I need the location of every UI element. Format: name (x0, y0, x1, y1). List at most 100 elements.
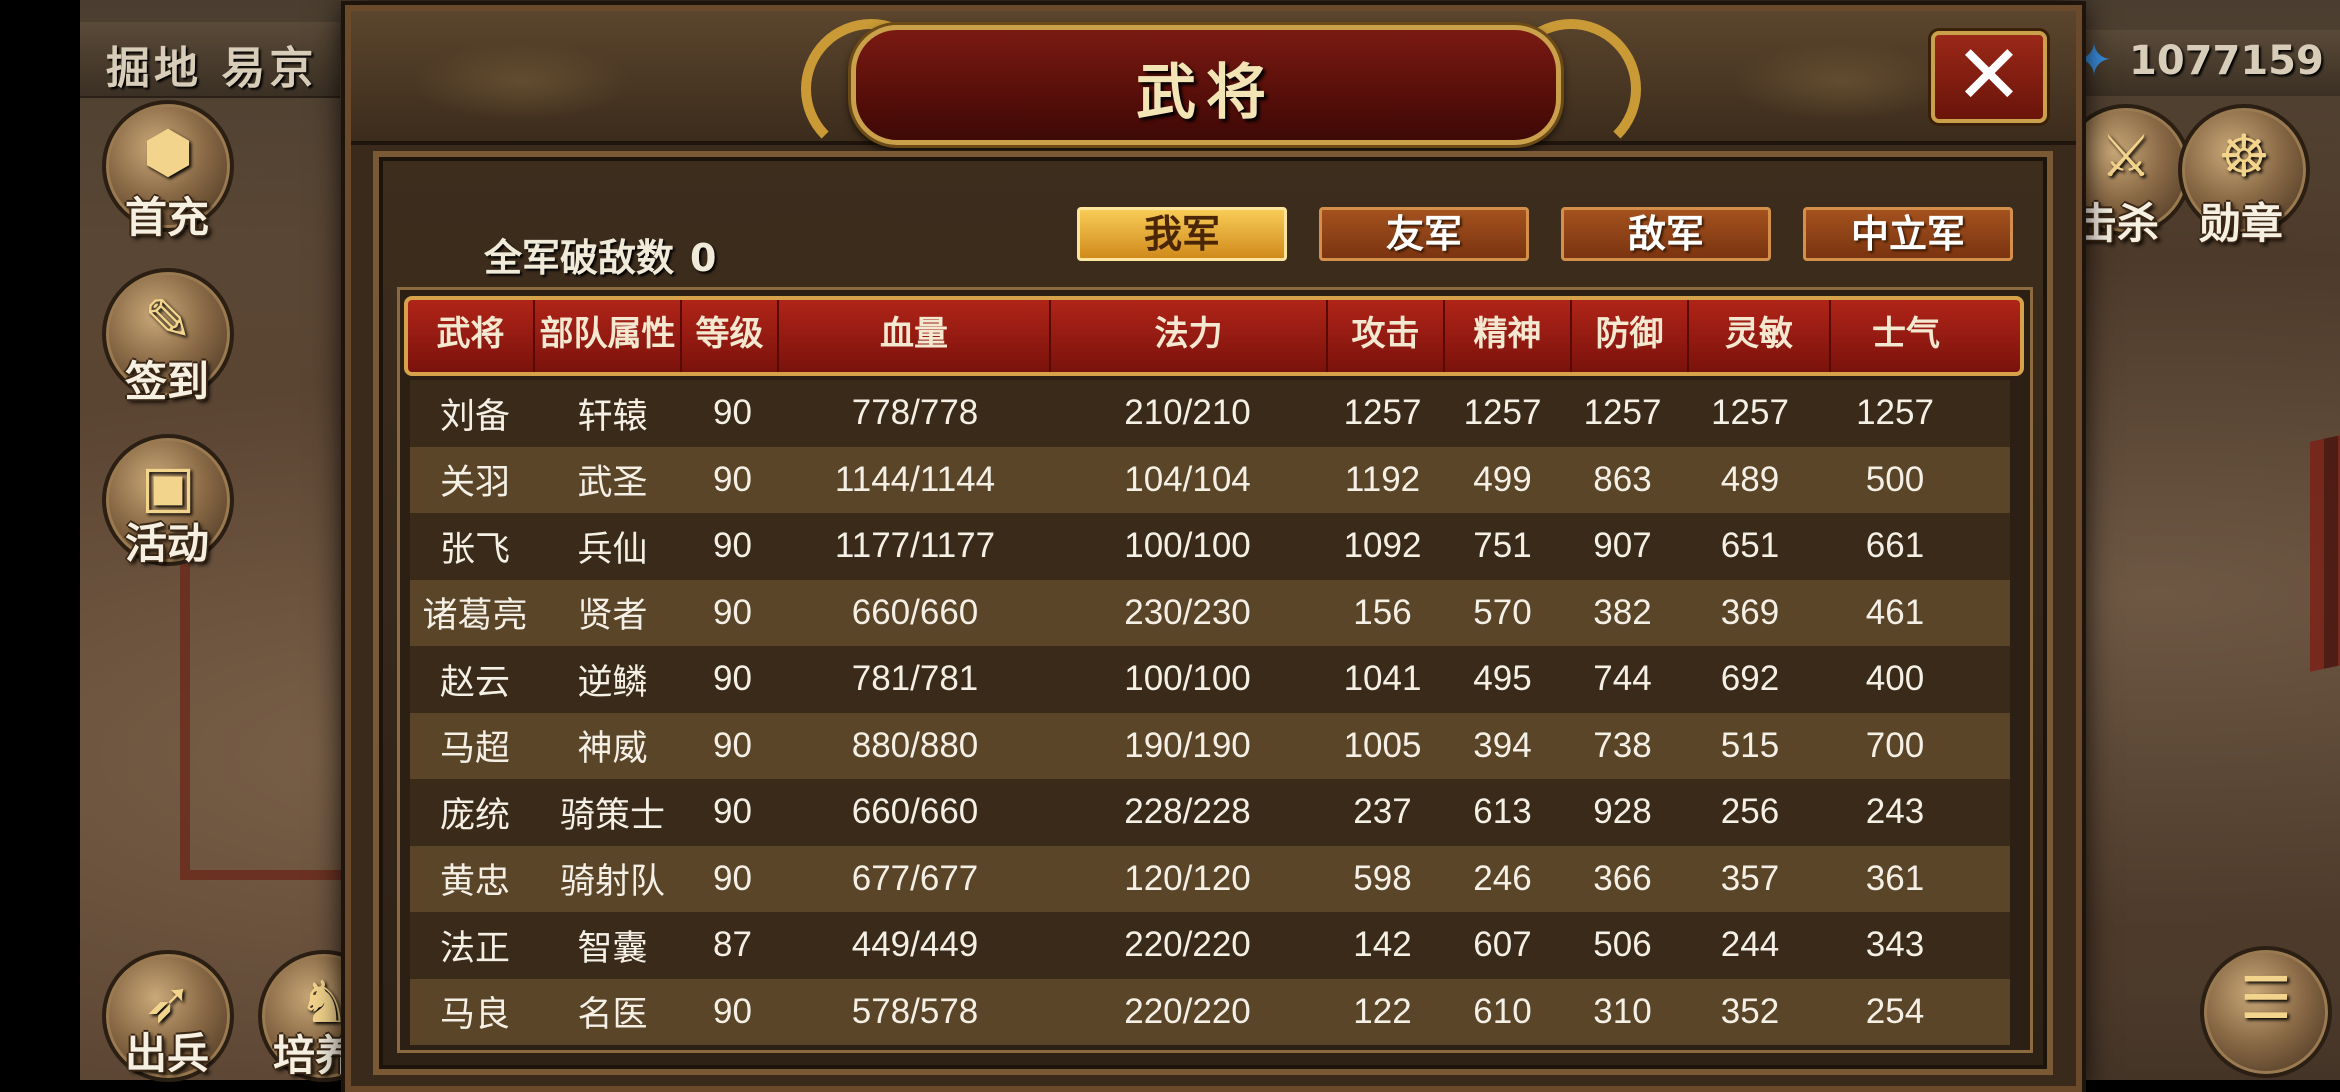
column-header-defense: 防御 (1572, 300, 1689, 372)
cell-hp: 778/778 (851, 393, 979, 433)
column-header-level: 等级 (682, 300, 779, 372)
cell-unit-type: 神威 (577, 729, 648, 769)
cell-spirit: 751 (1473, 526, 1532, 566)
cell-attack: 1092 (1343, 526, 1422, 566)
cell-agility: 357 (1720, 858, 1780, 898)
cell-general: 诸葛亮 (422, 596, 528, 636)
cell-attack: 1192 (1344, 459, 1421, 499)
table-row[interactable]: 庞统 骑策士 90 660/660 228/228 237 613 928 25… (410, 779, 2010, 846)
cell-mana: 190/190 (1124, 725, 1251, 765)
tab-our-army[interactable]: 我军 (1077, 207, 1287, 261)
table-row[interactable]: 张飞 兵仙 90 1177/1177 100/100 1092 751 907 … (410, 513, 2010, 580)
cell-defense: 863 (1593, 459, 1652, 499)
cell-unit-type: 武圣 (577, 463, 648, 503)
column-header-attack: 攻击 (1328, 300, 1445, 372)
cell-morale: 461 (1865, 592, 1925, 632)
table-row[interactable]: 赵云 逆鳞 90 781/781 100/100 1041 495 744 69… (410, 646, 2010, 713)
cell-morale: 700 (1865, 725, 1925, 765)
cell-unit-type: 轩辕 (577, 396, 648, 436)
column-header-unit-type: 部队属性 (535, 300, 682, 372)
cell-agility: 369 (1720, 592, 1780, 632)
cell-morale: 400 (1865, 659, 1925, 699)
cell-mana: 210/210 (1124, 393, 1251, 433)
cell-level: 90 (713, 526, 752, 566)
cell-unit-type: 兵仙 (577, 529, 648, 569)
cell-mana: 100/100 (1124, 526, 1251, 566)
currency-value: 1077159 (2129, 38, 2324, 84)
cell-agility: 651 (1720, 526, 1780, 566)
column-header-mana: 法力 (1051, 300, 1328, 372)
cell-agility: 692 (1720, 659, 1780, 699)
cell-spirit: 246 (1473, 858, 1532, 898)
table-row[interactable]: 诸葛亮 贤者 90 660/660 230/230 156 570 382 36… (410, 579, 2010, 646)
cell-defense: 738 (1593, 725, 1652, 765)
medal-label: 勋章 (2198, 199, 2283, 248)
table-body: 刘备 轩辕 90 778/778 210/210 1257 1257 1257 … (410, 380, 2010, 1045)
sign-in-label: 签到 (124, 357, 209, 406)
cell-level: 90 (713, 393, 752, 433)
cell-unit-type: 智囊 (577, 928, 648, 968)
cell-unit-type: 贤者 (577, 596, 648, 636)
column-header-hp: 血量 (779, 300, 1051, 372)
cell-general: 刘备 (439, 396, 510, 436)
cell-general: 黄忠 (439, 862, 510, 902)
cell-defense: 1257 (1583, 393, 1662, 433)
table-row[interactable]: 马超 神威 90 880/880 190/190 1005 394 738 51… (410, 712, 2010, 779)
menu-bars-icon: ☰ (2240, 964, 2292, 1032)
cell-morale: 361 (1865, 858, 1925, 898)
table-row[interactable]: 刘备 轩辕 90 778/778 210/210 1257 1257 1257 … (410, 380, 2010, 447)
cell-hp: 660/660 (851, 592, 979, 632)
close-button[interactable]: ✕ (1931, 31, 2047, 123)
main-menu-button[interactable]: ☰ (2200, 946, 2332, 1078)
total-kills: 全军破敌数 0 (484, 227, 716, 282)
tab-enemy-army[interactable]: 敌军 (1561, 207, 1771, 261)
cell-general: 赵云 (439, 662, 510, 702)
cell-attack: 142 (1353, 925, 1412, 965)
cell-attack: 1005 (1343, 725, 1422, 765)
cell-defense: 382 (1593, 592, 1652, 632)
location-bar: 掘地 易京 (80, 22, 340, 98)
crossed-swords-icon: ⚔ (2100, 122, 2152, 190)
cell-attack: 156 (1353, 592, 1412, 632)
cell-mana: 104/104 (1124, 459, 1251, 499)
cell-level: 90 (713, 592, 752, 632)
column-header-general: 武将 (408, 300, 535, 372)
table-row[interactable]: 法正 智囊 87 449/449 220/220 142 607 506 244… (410, 912, 2010, 979)
cell-spirit: 499 (1473, 459, 1532, 499)
cell-level: 90 (713, 792, 752, 832)
dialog-header: 武将 ✕ (351, 11, 2076, 159)
cell-attack: 1257 (1343, 393, 1422, 433)
cell-defense: 366 (1593, 858, 1652, 898)
cell-defense: 907 (1593, 526, 1652, 566)
wooden-screen-prop (2310, 418, 2340, 672)
table-row[interactable]: 黄忠 骑射队 90 677/677 120/120 598 246 366 35… (410, 845, 2010, 912)
cell-level: 90 (713, 725, 752, 765)
table-row[interactable]: 马良 名医 90 578/578 220/220 122 610 310 352… (410, 978, 2010, 1045)
title-plate: 武将 (851, 25, 1561, 145)
cell-defense: 310 (1593, 991, 1652, 1031)
scroll-brush-icon: ✎ (143, 286, 193, 354)
cell-defense: 928 (1593, 792, 1652, 832)
cell-level: 90 (713, 858, 752, 898)
cloud-ornament (1731, 41, 1951, 121)
cell-spirit: 570 (1473, 592, 1532, 632)
cell-morale: 661 (1865, 526, 1925, 566)
column-header-spirit: 精神 (1445, 300, 1572, 372)
cell-attack: 598 (1353, 858, 1412, 898)
cell-hp: 578/578 (851, 991, 979, 1031)
cell-level: 87 (713, 925, 752, 965)
cell-agility: 1257 (1711, 393, 1789, 433)
cell-spirit: 610 (1473, 991, 1532, 1031)
cell-agility: 489 (1720, 459, 1780, 499)
tab-allied-army[interactable]: 友军 (1319, 207, 1529, 261)
tab-neutral-army[interactable]: 中立军 (1803, 207, 2013, 261)
cell-hp: 781/781 (851, 659, 979, 699)
cell-level: 90 (713, 459, 752, 499)
table-row[interactable]: 关羽 武圣 90 1144/1144 104/104 1192 499 863 … (410, 446, 2010, 513)
total-kills-value: 0 (690, 236, 717, 280)
cell-morale: 343 (1865, 925, 1925, 965)
cell-spirit: 613 (1473, 792, 1532, 832)
cell-mana: 220/220 (1124, 925, 1251, 965)
dialog-body: 全军破敌数 0 我军 友军 敌军 中立军 武将 部队属性 等级 血量 法力 攻击 … (373, 151, 2053, 1075)
cell-morale: 1257 (1856, 393, 1934, 433)
